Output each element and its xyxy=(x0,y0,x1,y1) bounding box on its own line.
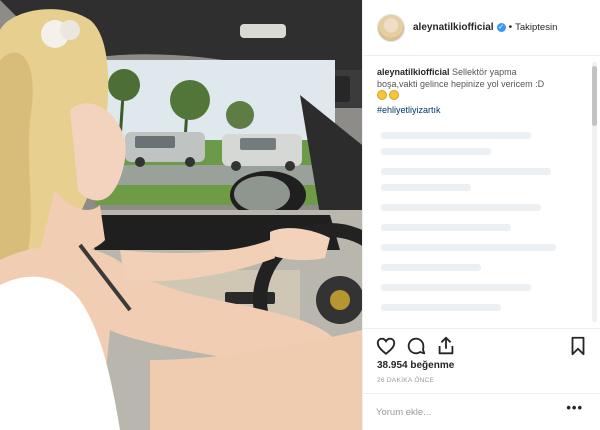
blurred-comment-line xyxy=(381,224,511,231)
blurred-comment-line xyxy=(381,132,531,139)
caption-username[interactable]: aleynatilkiofficial xyxy=(377,67,450,77)
header-separator: • xyxy=(508,22,513,33)
blurred-comment-line xyxy=(381,168,551,175)
post-caption: aleynatilkiofficial Sellektör yapma boşa… xyxy=(377,66,591,116)
photo-illustration xyxy=(0,0,362,430)
blurred-comment-line xyxy=(381,284,531,291)
share-icon[interactable] xyxy=(435,335,457,357)
post-header: aleynatilkiofficial ✓ • Takiptesin xyxy=(363,0,600,56)
avatar[interactable] xyxy=(377,13,405,42)
header-username[interactable]: aleynatilkiofficial xyxy=(413,22,494,33)
blurred-comment-line xyxy=(381,304,501,311)
post-photo[interactable] xyxy=(0,0,362,430)
more-options-button[interactable]: ••• xyxy=(566,401,583,414)
blurred-comment-line xyxy=(381,244,556,251)
comments-scrollbar[interactable] xyxy=(592,62,597,322)
follow-status-button[interactable]: Takiptesin xyxy=(515,22,557,33)
blurred-comment-line xyxy=(381,204,541,211)
heart-icon[interactable] xyxy=(375,335,397,357)
comment-row: ••• xyxy=(363,393,600,430)
post-timestamp[interactable]: 26 DAKİKA ÖNCE xyxy=(377,377,434,384)
post-side-panel: aleynatilkiofficial ✓ • Takiptesin aleyn… xyxy=(362,0,600,430)
laughing-emoji-icon xyxy=(389,90,399,100)
blurred-comment-line xyxy=(381,148,491,155)
comment-input[interactable] xyxy=(376,402,556,422)
comment-icon[interactable] xyxy=(405,335,427,357)
caption-text-line1: Sellektör yapma xyxy=(452,67,517,77)
caption-hashtag[interactable]: #ehliyetliyizartık xyxy=(377,104,591,116)
caption-text-line2: boşa,vakti gelince hepinize yol vericem … xyxy=(377,79,545,89)
verified-badge-icon: ✓ xyxy=(496,23,506,32)
blurred-comments-area xyxy=(373,132,588,322)
blurred-comment-line xyxy=(381,264,481,271)
laughing-emoji-icon xyxy=(377,90,387,100)
scrollbar-thumb[interactable] xyxy=(592,66,597,126)
likes-count[interactable]: 38.954 beğenme xyxy=(377,360,454,371)
bookmark-icon[interactable] xyxy=(567,335,589,357)
blurred-comment-line xyxy=(381,184,471,191)
